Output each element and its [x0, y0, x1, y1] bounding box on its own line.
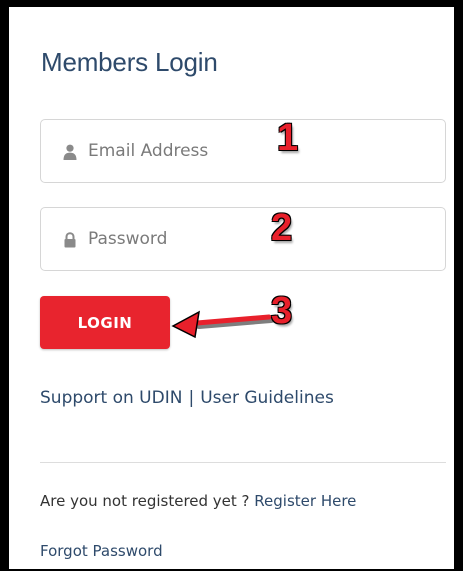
- step-2-annotation: 2: [271, 207, 293, 249]
- step-3-annotation: 3: [271, 290, 293, 332]
- email-field[interactable]: Email Address: [40, 119, 446, 183]
- login-button[interactable]: LOGIN: [40, 296, 170, 349]
- password-placeholder: Password: [88, 229, 168, 249]
- link-separator: |: [188, 388, 195, 408]
- password-field[interactable]: Password: [40, 207, 446, 271]
- step-1-annotation: 1: [277, 117, 299, 159]
- arrow-left-icon: [171, 310, 275, 339]
- user-guidelines-link[interactable]: User Guidelines: [200, 388, 334, 408]
- login-panel: Members Login Email Address Password 1 2…: [0, 0, 463, 571]
- page-title: Members Login: [41, 47, 218, 77]
- lock-icon: [64, 232, 76, 248]
- email-placeholder: Email Address: [88, 141, 209, 161]
- register-prompt: Are you not registered yet ?: [40, 492, 250, 510]
- divider: [40, 462, 446, 463]
- register-row: Are you not registered yet ? Register He…: [40, 492, 356, 510]
- support-udin-link[interactable]: Support on UDIN: [40, 388, 182, 408]
- user-icon: [63, 144, 77, 160]
- support-links: Support on UDIN | User Guidelines: [40, 388, 334, 408]
- forgot-password-link[interactable]: Forgot Password: [40, 542, 163, 560]
- register-here-link[interactable]: Register Here: [254, 492, 356, 510]
